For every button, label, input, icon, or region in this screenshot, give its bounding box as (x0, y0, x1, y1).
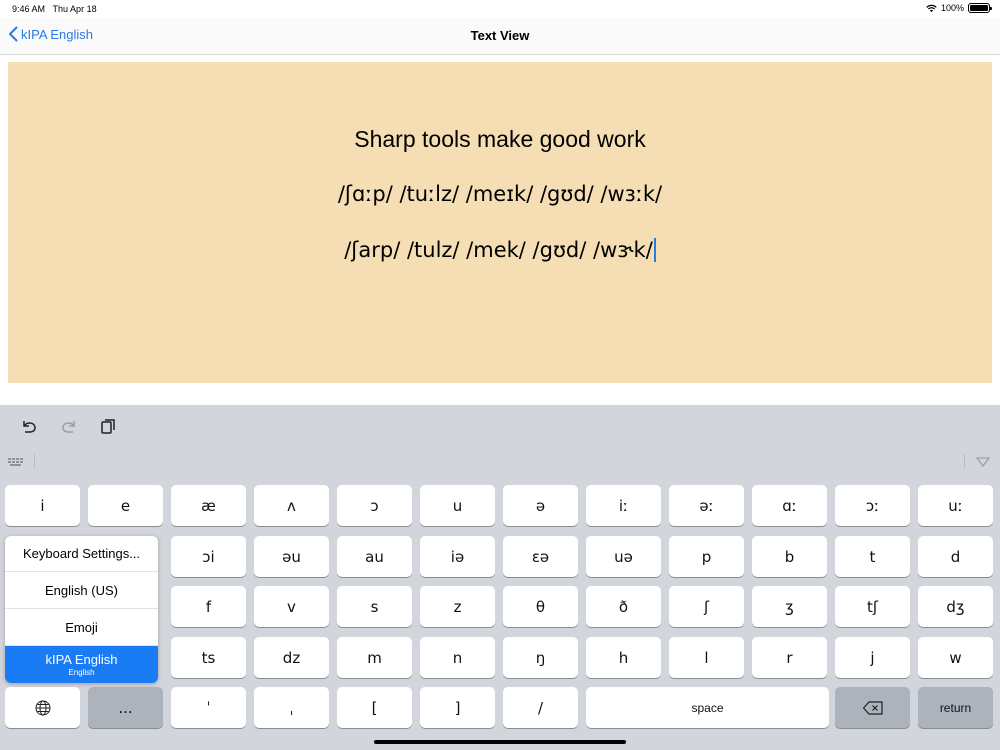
key-right-bracket[interactable]: ] (420, 687, 495, 728)
key-slash[interactable]: / (503, 687, 578, 728)
more-key[interactable]: ... (88, 687, 163, 728)
key-u-schwa[interactable]: uə (586, 536, 661, 577)
undo-icon[interactable] (20, 417, 38, 435)
menu-item-sublabel: English (68, 668, 95, 677)
text-cursor (653, 238, 656, 262)
status-right: 100% (926, 3, 992, 13)
key-w[interactable]: w (918, 637, 993, 678)
keyboard-grip-icon[interactable] (8, 457, 24, 467)
key-t[interactable]: t (835, 536, 910, 577)
key-epsilon-schwa[interactable]: ɛə (503, 536, 578, 577)
key-p[interactable]: p (669, 536, 744, 577)
suggestion-bar (0, 449, 1000, 473)
key-schwa-u[interactable]: əu (254, 536, 329, 577)
key-z[interactable]: z (420, 586, 495, 627)
key-au[interactable]: au (337, 536, 412, 577)
suggestion-separator (34, 454, 35, 468)
menu-item-english-us[interactable]: English (US) (5, 573, 158, 609)
key-r[interactable]: r (752, 637, 827, 678)
key-long-a[interactable]: ɑː (752, 485, 827, 526)
battery-percent: 100% (940, 3, 964, 13)
key-long-u[interactable]: uː (918, 485, 993, 526)
key-h[interactable]: h (586, 637, 661, 678)
key-n[interactable]: n (420, 637, 495, 678)
key-left-bracket[interactable]: [ (337, 687, 412, 728)
key-theta[interactable]: θ (503, 586, 578, 627)
key-open-o[interactable]: ɔ (337, 485, 412, 526)
key-long-i[interactable]: iː (586, 485, 661, 526)
navigation-bar: kIPA English Text View (0, 18, 1000, 55)
key-secondary-stress[interactable]: ˌ (254, 687, 329, 728)
wifi-icon (926, 4, 937, 12)
key-i-schwa[interactable]: iə (420, 536, 495, 577)
text-view[interactable]: Sharp tools make good work /ʃɑːp/ /tuːlz… (8, 62, 992, 383)
key-u[interactable]: u (420, 485, 495, 526)
page-title: Text View (470, 28, 530, 43)
text-line-ipa-british: /ʃɑːp/ /tuːlz/ /meɪk/ /gʊd/ /wɜːk/ (337, 182, 663, 206)
key-j[interactable]: j (835, 637, 910, 678)
menu-item-keyboard-settings[interactable]: Keyboard Settings... (5, 536, 158, 572)
key-ae[interactable]: æ (171, 485, 246, 526)
space-bar[interactable]: space (586, 687, 829, 728)
status-bar: 9:46 AM Thu Apr 18 100% (0, 0, 1000, 18)
delete-key[interactable] (835, 687, 910, 728)
key-l[interactable]: l (669, 637, 744, 678)
status-date: Thu Apr 18 (52, 4, 97, 14)
key-esh[interactable]: ʃ (669, 586, 744, 627)
key-eth[interactable]: ð (586, 586, 661, 627)
key-b[interactable]: b (752, 536, 827, 577)
menu-item-kipa-english[interactable]: kIPA English English (5, 646, 158, 683)
key-wedge[interactable]: ʌ (254, 485, 329, 526)
return-key[interactable]: return (918, 687, 993, 728)
chevron-down-icon[interactable] (976, 457, 990, 467)
key-i[interactable]: i (5, 485, 80, 526)
key-primary-stress[interactable]: ˈ (171, 687, 246, 728)
key-oi[interactable]: ɔi (171, 536, 246, 577)
key-dz[interactable]: dz (254, 637, 329, 678)
suggestion-separator (964, 454, 965, 468)
paste-icon[interactable] (99, 417, 117, 435)
key-v[interactable]: v (254, 586, 329, 627)
key-schwa[interactable]: ə (503, 485, 578, 526)
key-long-open-o[interactable]: ɔː (835, 485, 910, 526)
key-m[interactable]: m (337, 637, 412, 678)
text-line-ipa-american: /ʃarp/ /tulz/ /mek/ /gʊd/ /wɝk/ (8, 238, 992, 262)
globe-icon (35, 700, 50, 715)
key-d-ezh[interactable]: dʒ (918, 586, 993, 627)
key-e[interactable]: e (88, 485, 163, 526)
status-time: 9:46 AM Thu Apr 18 (12, 4, 97, 14)
text-line-english: Sharp tools make good work (354, 126, 646, 152)
input-mode-menu: Keyboard Settings... English (US) Emoji … (5, 536, 158, 683)
key-f[interactable]: f (171, 586, 246, 627)
redo-icon[interactable] (60, 417, 78, 435)
key-s[interactable]: s (337, 586, 412, 627)
key-ts[interactable]: ts (171, 637, 246, 678)
delete-icon (862, 700, 883, 715)
home-indicator[interactable] (374, 740, 626, 744)
key-long-schwa[interactable]: əː (669, 485, 744, 526)
key-ezh[interactable]: ʒ (752, 586, 827, 627)
globe-key[interactable] (5, 687, 80, 728)
key-d[interactable]: d (918, 536, 993, 577)
menu-item-emoji[interactable]: Emoji (5, 610, 158, 646)
key-eng[interactable]: ŋ (503, 637, 578, 678)
battery-icon (968, 3, 992, 13)
key-t-esh[interactable]: tʃ (835, 586, 910, 627)
menu-item-label: kIPA English (45, 652, 118, 667)
